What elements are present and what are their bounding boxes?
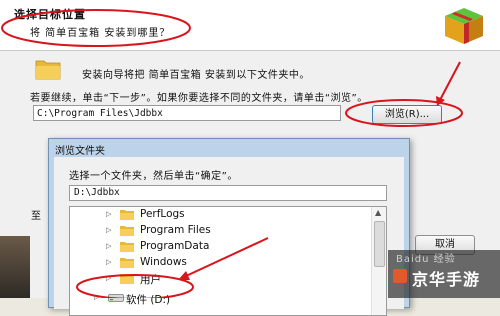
dialog-body: 选择一个文件夹，然后单击“确定”。 D:\Jdbbx ▷ PerfLogs ▷ …: [54, 157, 404, 316]
expand-arrow-icon[interactable]: ▷: [106, 242, 111, 250]
tree-item-perflogs[interactable]: ▷ PerfLogs: [70, 207, 370, 223]
tree-item-label: Program Files: [140, 224, 211, 236]
expand-arrow-icon[interactable]: ▷: [106, 210, 111, 218]
tree-item-drive-d[interactable]: ▷ 软件 (D:): [70, 289, 370, 307]
dialog-titlebar[interactable]: 浏览文件夹: [49, 139, 409, 157]
expand-arrow-icon[interactable]: ▷: [94, 293, 99, 301]
tree-item-label: PerfLogs: [140, 208, 185, 220]
tree-item-label: 用户: [140, 274, 161, 286]
space-label: 至: [31, 211, 41, 222]
browse-button[interactable]: 浏览(R)...: [372, 105, 442, 124]
tree-item-windows[interactable]: ▷ Windows: [70, 255, 370, 271]
folder-icon: [120, 242, 134, 252]
selected-path-field[interactable]: D:\Jdbbx: [69, 185, 387, 201]
package-box-icon: [445, 8, 483, 44]
tree-item-label: Windows: [140, 256, 187, 268]
wizard-header: 选择目标位置 将 简单百宝箱 安装到哪里？: [0, 0, 500, 51]
folder-icon: [120, 274, 134, 284]
tree-item-programdata[interactable]: ▷ ProgramData: [70, 239, 370, 255]
tree-item-program-files[interactable]: ▷ Program Files: [70, 223, 370, 239]
install-path-field[interactable]: C:\Program Files\Jdbbx: [33, 105, 341, 121]
wizard-subtitle: 将 简单百宝箱 安装到哪里？: [30, 28, 171, 39]
wizard-intro-text: 安装向导将把 简单百宝箱 安装到以下文件夹中。: [82, 70, 310, 81]
hard-drive-icon: [108, 294, 124, 302]
folder-icon: [120, 210, 134, 220]
watermark-text: 京华手游: [412, 270, 481, 289]
expand-arrow-icon[interactable]: ▷: [106, 274, 111, 282]
dialog-prompt: 选择一个文件夹，然后单击“确定”。: [69, 171, 238, 182]
folder-tree[interactable]: ▷ PerfLogs ▷ Program Files ▷ ProgramData…: [69, 206, 387, 316]
scroll-up-icon[interactable]: ▲: [375, 208, 381, 217]
dialog-title: 浏览文件夹: [55, 146, 105, 157]
expand-arrow-icon[interactable]: ▷: [106, 226, 111, 234]
tree-item-label: ProgramData: [140, 240, 210, 252]
watermark-logo-icon: [393, 269, 407, 283]
tree-item-label: 软件 (D:): [126, 294, 171, 306]
wizard-title: 选择目标位置: [14, 8, 86, 21]
background-edge: [0, 236, 30, 298]
tree-scrollbar[interactable]: ▲: [371, 207, 386, 315]
browse-folder-dialog: 浏览文件夹 选择一个文件夹，然后单击“确定”。 D:\Jdbbx ▷ PerfL…: [48, 138, 410, 316]
folder-icon: [120, 226, 134, 236]
folder-icon: [120, 258, 134, 268]
tree-item-users[interactable]: ▷ 用户: [70, 271, 370, 287]
watermark-subtext: Baidu 经验: [396, 254, 456, 265]
scroll-thumb[interactable]: [374, 221, 385, 267]
folder-icon: [35, 60, 61, 80]
wizard-instruction-text: 若要继续，单击“下一步”。如果你要选择不同的文件夹，请单击“浏览”。: [30, 93, 368, 104]
expand-arrow-icon[interactable]: ▷: [106, 258, 111, 266]
